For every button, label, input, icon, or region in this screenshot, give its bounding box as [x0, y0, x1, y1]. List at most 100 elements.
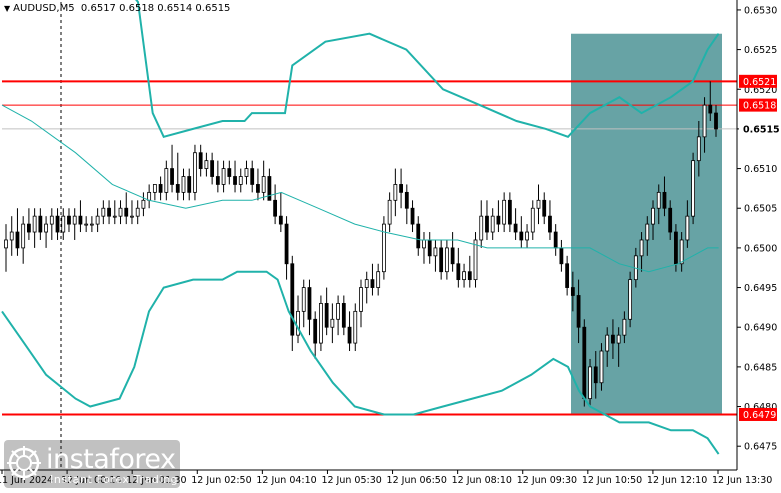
price-tick-label: 0.6485	[744, 362, 777, 373]
candle-body	[456, 263, 461, 281]
candle-body	[204, 160, 209, 169]
candle-body	[307, 287, 312, 320]
logo-tagline-text: Instant Forex Trading	[50, 473, 179, 486]
candle-body	[141, 199, 146, 209]
candle-body	[89, 223, 94, 226]
time-tick-label: 12 Jun 09:30	[517, 475, 577, 486]
candle-body	[55, 215, 60, 233]
candle-body	[9, 231, 14, 241]
candle-body	[450, 247, 455, 265]
candle-body	[679, 239, 684, 265]
candle-body	[72, 215, 77, 225]
price-tick-label: 0.6500	[744, 243, 777, 254]
candle-body	[238, 176, 243, 185]
candle-body	[267, 176, 272, 201]
candle-body	[708, 104, 713, 114]
candle-body	[32, 215, 37, 233]
candle-body	[273, 199, 278, 217]
price-tick-label: 0.6505	[744, 204, 777, 215]
price-tick-label: 0.6490	[744, 323, 777, 334]
candle-body	[536, 199, 541, 209]
candle-body	[250, 168, 255, 185]
candle-body	[404, 191, 409, 209]
candle-body	[611, 334, 615, 344]
candle-body	[702, 104, 707, 138]
candle-body	[135, 207, 140, 217]
candle-body	[290, 263, 295, 336]
candle-body	[479, 215, 484, 241]
candle-body	[565, 263, 570, 288]
candle-body	[376, 271, 381, 288]
candle-body	[616, 334, 621, 344]
candle-body	[410, 207, 415, 225]
candle-body	[525, 231, 529, 241]
candle-body	[364, 279, 369, 288]
candle-body	[416, 223, 421, 249]
candle-body	[107, 207, 111, 217]
candle-body	[210, 160, 215, 177]
price-tick-label: 0.6510	[744, 164, 777, 175]
candle-body	[301, 287, 306, 312]
candle-body	[336, 303, 340, 320]
price-tick-label: 0.6475	[744, 442, 777, 453]
candle-body	[175, 184, 180, 193]
candle-body	[570, 287, 575, 296]
candle-body	[599, 350, 604, 384]
time-tick-label: 12 Jun 13:30	[712, 475, 772, 486]
time-tick-label: 12 Jun 10:50	[582, 475, 642, 486]
candle-body	[15, 231, 20, 249]
candle-body	[674, 231, 678, 265]
candle-body	[393, 184, 398, 201]
candle-body	[198, 152, 203, 169]
candle-body	[605, 334, 610, 352]
candle-body	[101, 207, 106, 217]
candle-body	[422, 239, 426, 249]
candle-body	[324, 303, 329, 328]
candle-body	[496, 215, 501, 225]
candle-body	[439, 247, 444, 273]
candle-body	[576, 295, 581, 328]
candle-body	[284, 223, 289, 265]
candle-body	[49, 215, 54, 225]
time-tick-label: 12 Jun 04:10	[256, 475, 316, 486]
price-tick-label: 0.6525	[744, 45, 777, 56]
candle-body	[668, 207, 673, 233]
candle-body	[152, 184, 157, 193]
level-price-tag: 0.6515	[743, 124, 780, 135]
candle-body	[622, 318, 627, 336]
time-tick-label: 12 Jun 05:30	[321, 475, 381, 486]
candle-body	[559, 247, 564, 265]
instaforex-logo: instaforex Instant Forex Trading	[6, 442, 181, 486]
candle-body	[387, 199, 392, 225]
candle-body	[221, 168, 226, 185]
candle-body	[341, 303, 346, 328]
level-price-tag: 0.6521	[743, 77, 776, 88]
candle-body	[95, 215, 100, 225]
candle-body	[130, 215, 134, 218]
candle-body	[313, 318, 318, 344]
dropdown-triangle-icon[interactable]: ▼	[4, 4, 10, 13]
candle-body	[588, 366, 592, 400]
candle-body	[164, 168, 169, 193]
candle-body	[691, 160, 695, 217]
candle-body	[215, 176, 220, 185]
candle-body	[27, 223, 31, 233]
candle-body	[84, 223, 89, 226]
candle-body	[714, 112, 718, 130]
candle-body	[513, 223, 518, 233]
candle-body	[170, 168, 174, 185]
candle-body	[44, 223, 48, 233]
candle-body	[519, 231, 524, 241]
candle-body	[4, 239, 8, 249]
candle-body	[502, 199, 507, 225]
candle-body	[158, 184, 163, 193]
candle-body	[444, 247, 449, 273]
price-tick-label: 0.6530	[744, 5, 777, 16]
candle-body	[78, 215, 83, 225]
candle-body	[61, 215, 66, 233]
candle-body	[319, 303, 323, 344]
level-price-tag: 0.6518	[743, 101, 776, 112]
candle-body	[490, 215, 495, 233]
candle-body	[548, 215, 552, 233]
candle-body	[187, 176, 192, 193]
